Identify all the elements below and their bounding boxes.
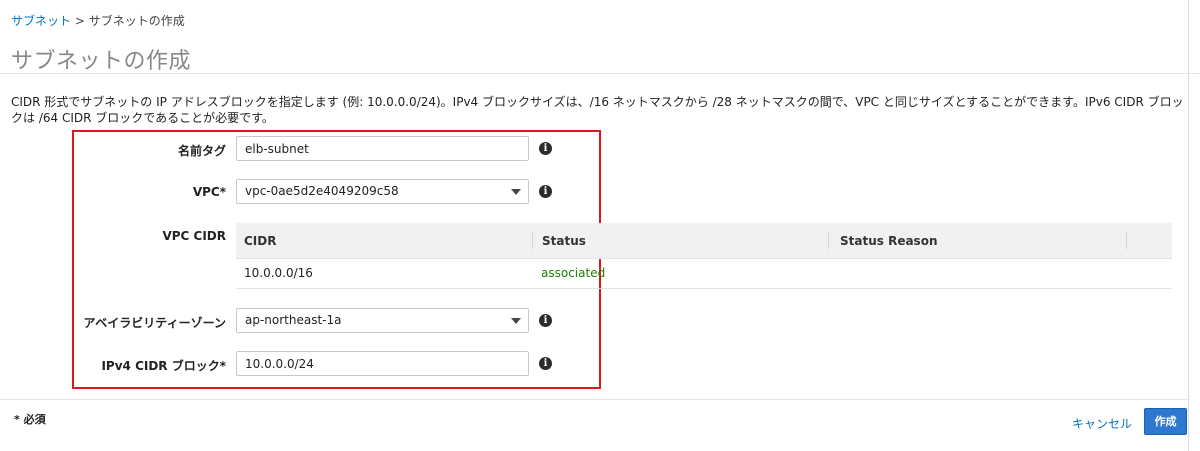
ipv4-cidr-label: IPv4 CIDR ブロック* bbox=[101, 359, 226, 373]
chevron-down-icon bbox=[511, 318, 521, 324]
chevron-down-icon bbox=[511, 189, 521, 195]
scrollbar-track[interactable] bbox=[1188, 0, 1189, 451]
vpc-cidr-label: VPC CIDR bbox=[162, 229, 226, 243]
description-text: CIDR 形式でサブネットの IP アドレスブロックを指定します (例: 10.… bbox=[11, 95, 1184, 125]
cidr-cell: 10.0.0.0/16 bbox=[244, 266, 313, 280]
status-cell: associated bbox=[541, 266, 606, 280]
info-icon[interactable]: i bbox=[539, 314, 552, 327]
name-tag-label: 名前タグ bbox=[177, 144, 226, 158]
cancel-button[interactable]: キャンセル bbox=[1072, 415, 1132, 432]
page-title: サブネットの作成 bbox=[11, 49, 192, 74]
availability-zone-select[interactable]: ap-northeast-1a bbox=[236, 308, 529, 333]
column-divider[interactable] bbox=[532, 232, 533, 249]
column-header-status[interactable]: Status bbox=[542, 234, 586, 248]
vpc-cidr-table-header: CIDR Status Status Reason bbox=[236, 223, 1172, 259]
create-button[interactable]: 作成 bbox=[1144, 408, 1187, 435]
footer-divider bbox=[0, 399, 1190, 400]
info-icon[interactable]: i bbox=[539, 142, 552, 155]
column-header-cidr[interactable]: CIDR bbox=[244, 234, 276, 248]
required-note: * 必須 bbox=[14, 413, 46, 426]
breadcrumb-current: サブネットの作成 bbox=[88, 14, 185, 28]
vpc-select[interactable]: vpc-0ae5d2e4049209c58 bbox=[236, 179, 529, 204]
breadcrumb: サブネット > サブネットの作成 bbox=[11, 12, 185, 29]
availability-zone-label: アベイラビリティーゾーン bbox=[83, 316, 226, 330]
column-divider[interactable] bbox=[1126, 232, 1127, 249]
column-header-status-reason[interactable]: Status Reason bbox=[840, 234, 937, 248]
title-divider bbox=[0, 73, 1200, 74]
vpc-select-value: vpc-0ae5d2e4049209c58 bbox=[245, 184, 399, 198]
breadcrumb-subnets-link[interactable]: サブネット bbox=[11, 14, 71, 28]
vpc-label: VPC* bbox=[192, 185, 226, 199]
column-divider[interactable] bbox=[828, 232, 829, 249]
availability-zone-select-value: ap-northeast-1a bbox=[245, 313, 342, 327]
info-icon[interactable]: i bbox=[539, 185, 552, 198]
info-icon[interactable]: i bbox=[539, 357, 552, 370]
breadcrumb-separator: > bbox=[71, 14, 89, 28]
ipv4-cidr-input[interactable] bbox=[236, 351, 529, 376]
table-row: 10.0.0.0/16 associated bbox=[236, 258, 1172, 289]
name-tag-input[interactable] bbox=[236, 136, 529, 161]
